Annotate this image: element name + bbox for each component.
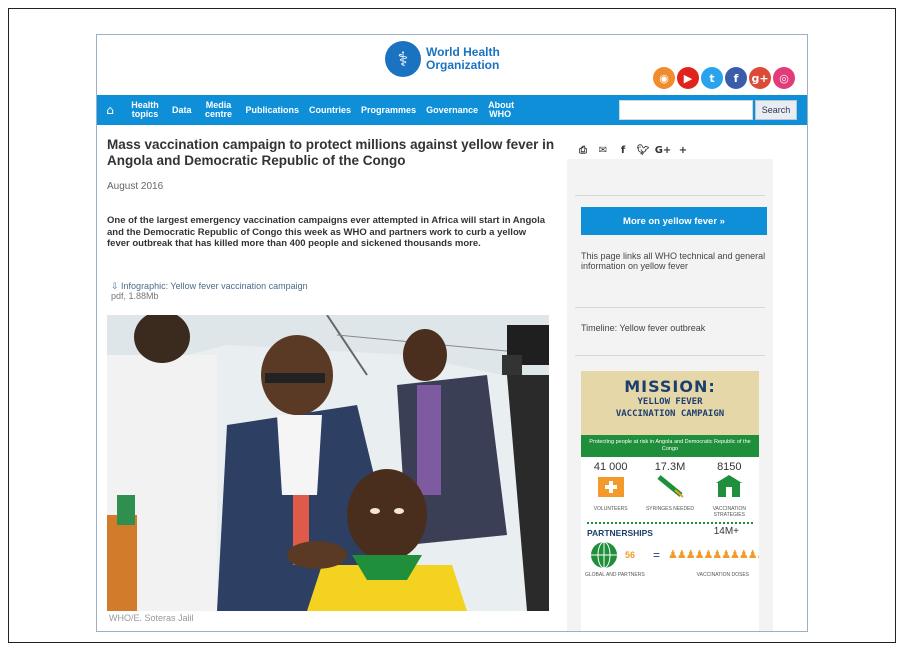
article-date: August 2016	[107, 181, 164, 192]
partners-label: GLOBAL AND PARTNERS	[585, 572, 645, 578]
poster-stats: 41 000 VOLUNTEERS 17.3M SYRINGES NEEDED …	[581, 457, 759, 518]
photo-caption: WHO/E. Soteras Jalil	[109, 613, 194, 623]
org-name-line2: Organization	[426, 58, 500, 72]
infographic-meta: pdf, 1.88Mb	[111, 291, 159, 301]
download-icon: ⇩	[111, 281, 122, 291]
nav-about-who[interactable]: About WHO	[483, 101, 517, 119]
article-title: Mass vaccination campaign to protect mil…	[107, 137, 555, 168]
infographic-link[interactable]: ⇩ Infographic: Yellow fever vaccination …	[111, 281, 308, 301]
sidebar-divider	[575, 195, 765, 196]
doses-value: 14M+	[713, 525, 739, 537]
globe-icon	[591, 541, 617, 569]
who-emblem-icon: ⚕	[385, 41, 421, 77]
youtube-icon[interactable]: ▶	[677, 67, 699, 89]
clinic-icon	[716, 475, 743, 497]
facebook-icon[interactable]: f	[613, 145, 633, 156]
campaign-infographic[interactable]: MISSION: YELLOW FEVER VACCINATION CAMPAI…	[581, 371, 759, 631]
nav-programmes[interactable]: Programmes	[356, 105, 421, 115]
stat-syringes: 17.3M SYRINGES NEEDED	[645, 461, 695, 512]
nav-media-centre[interactable]: Media centre	[197, 101, 241, 119]
poster-subtitle: Protecting people at risk in Angola and …	[581, 435, 759, 457]
search-input[interactable]	[619, 100, 753, 120]
twitter-icon[interactable]: t	[701, 67, 723, 89]
vaccination-photo	[107, 315, 549, 611]
print-icon[interactable]: ⎙	[573, 145, 593, 156]
sidebar-divider	[575, 307, 765, 308]
rss-icon[interactable]: ◉	[653, 67, 675, 89]
article-lead: One of the largest emergency vaccination…	[107, 215, 546, 249]
poster-header: MISSION: YELLOW FEVER VACCINATION CAMPAI…	[581, 371, 759, 435]
first-aid-kit-icon	[597, 477, 624, 497]
home-icon[interactable]: ⌂	[97, 103, 123, 117]
nav-publications[interactable]: Publications	[241, 105, 305, 115]
who-logo[interactable]: ⚕ World Health Organization	[385, 41, 500, 77]
who-webpage: ⚕ World Health Organization ◉ ▶ t f g+ ◎…	[96, 34, 808, 632]
syringe-icon	[657, 475, 684, 498]
search-button[interactable]: Search	[755, 100, 797, 120]
googleplus-icon[interactable]: G+	[653, 145, 673, 156]
main-nav: ⌂ Health topics Data Media centre Public…	[97, 95, 807, 125]
nav-governance[interactable]: Governance	[421, 105, 483, 115]
stat-volunteers: 41 000 VOLUNTEERS	[593, 461, 628, 512]
plus-icon[interactable]: +	[673, 145, 693, 156]
poster-mission: MISSION:	[624, 377, 716, 396]
partnerships-title: PARTNERSHIPS	[587, 528, 653, 538]
equals-icon: =	[653, 548, 661, 562]
more-on-yellow-fever-button[interactable]: More on yellow fever »	[581, 207, 767, 235]
sidebar-description: This page links all WHO technical and ge…	[581, 251, 766, 271]
twitter-icon[interactable]: 🐦︎	[633, 145, 653, 156]
facebook-icon[interactable]: f	[725, 67, 747, 89]
stat-teams: 8150 VACCINATION STRATEGIES	[712, 461, 747, 518]
partners-count: 56	[625, 550, 636, 560]
instagram-icon[interactable]: ◎	[773, 67, 795, 89]
sidebar-divider	[575, 355, 765, 356]
nav-health-topics[interactable]: Health topics	[123, 101, 167, 119]
doses-label: VACCINATION DOSES	[696, 572, 749, 578]
email-icon[interactable]: ✉	[593, 145, 613, 156]
sidebar: More on yellow fever » This page links a…	[567, 159, 773, 631]
googleplus-icon[interactable]: g+	[749, 67, 771, 89]
share-toolbar: ⎙ ✉ f 🐦︎ G+ +	[573, 145, 693, 156]
site-header: ⚕ World Health Organization ◉ ▶ t f g+ ◎	[97, 35, 807, 95]
nav-data[interactable]: Data	[167, 105, 197, 115]
people-icons: ♟♟♟♟♟♟♟♟♟♟♟♟♟♟	[668, 548, 759, 561]
poster-line1: YELLOW FEVER	[637, 397, 703, 407]
social-icons: ◉ ▶ t f g+ ◎	[653, 67, 797, 89]
nav-countries[interactable]: Countries	[304, 105, 356, 115]
poster-line2: VACCINATION CAMPAIGN	[615, 409, 725, 419]
timeline-link[interactable]: Timeline: Yellow fever outbreak	[581, 323, 705, 333]
article-photo	[107, 315, 549, 611]
